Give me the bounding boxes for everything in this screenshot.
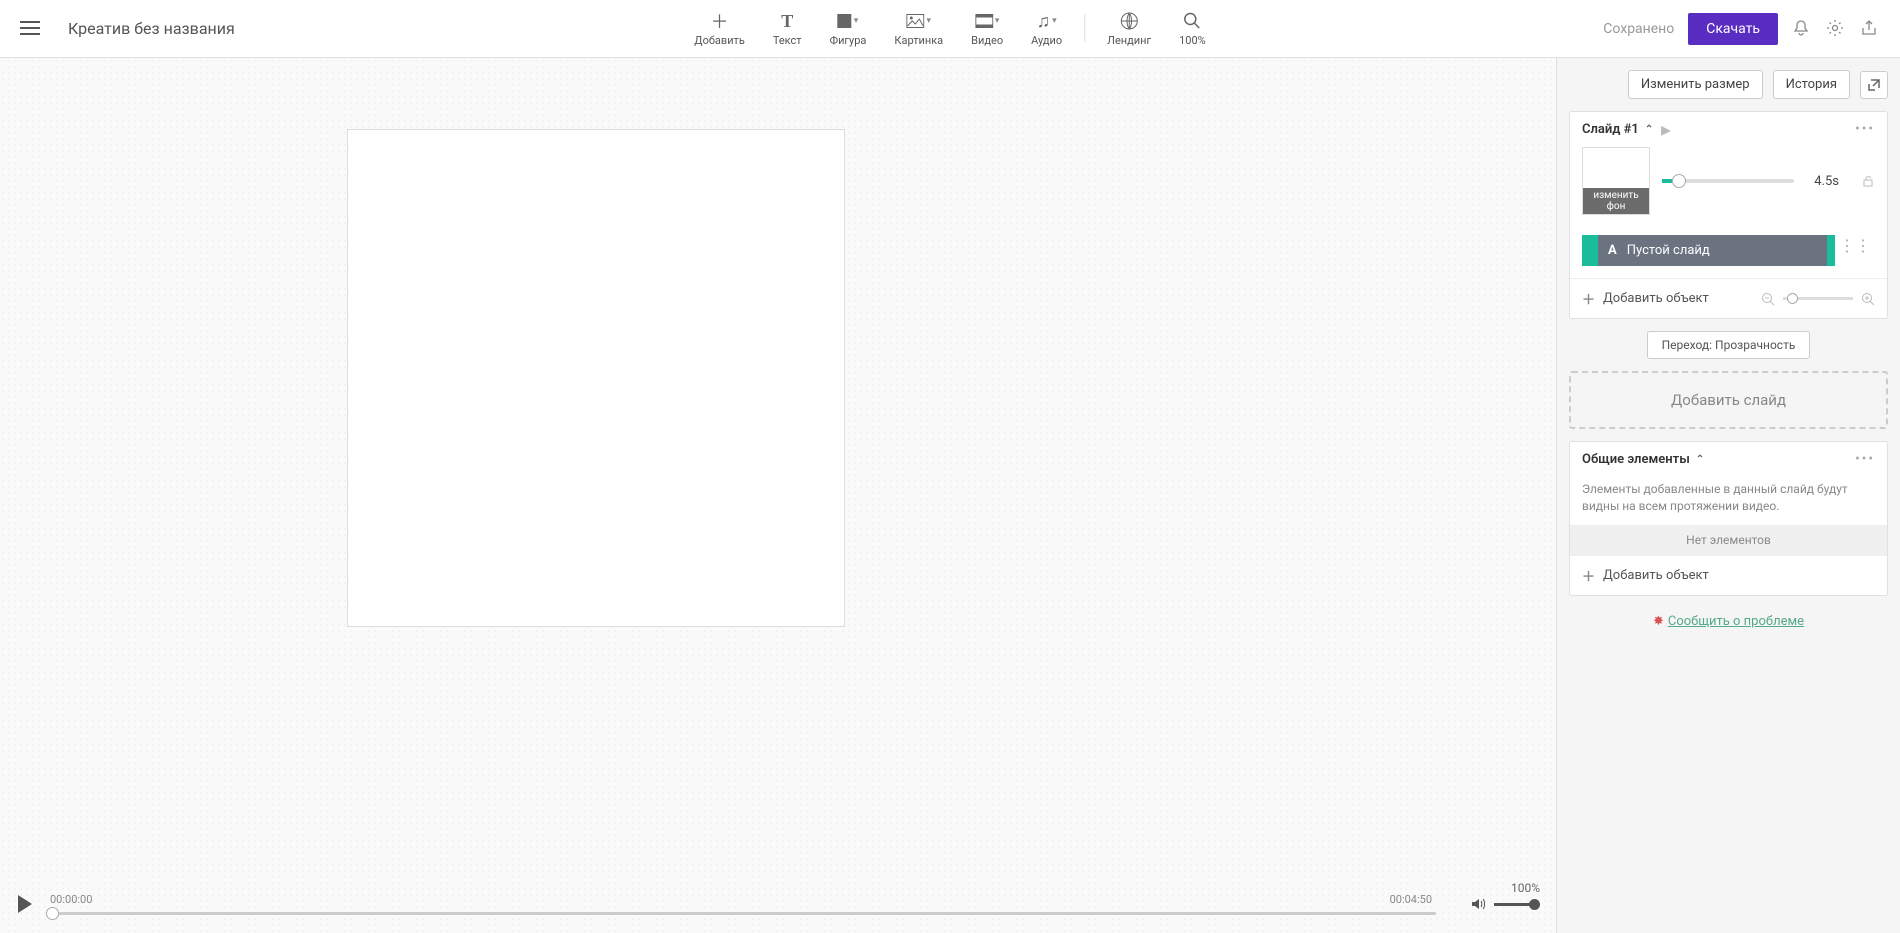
tool-video[interactable]: ▾ Видео — [957, 10, 1017, 47]
text-icon: T — [781, 10, 793, 32]
plus-icon: ＋ — [711, 10, 729, 32]
thumb-label[interactable]: изменить фон — [1583, 188, 1649, 214]
tool-zoom-label: 100% — [1179, 34, 1206, 47]
video-icon: ▾ — [975, 10, 1000, 32]
export-icon[interactable] — [1860, 19, 1880, 39]
shared-panel: Общие элементы ⌃ ••• Элементы добавленны… — [1569, 441, 1888, 596]
shared-more-icon[interactable]: ••• — [1855, 452, 1875, 467]
globe-icon — [1120, 10, 1138, 32]
search-icon — [1183, 10, 1201, 32]
tool-image-label: Картинка — [894, 34, 943, 47]
tool-audio-label: Аудио — [1031, 34, 1062, 47]
layer-row[interactable]: A Пустой слайд — [1582, 235, 1835, 266]
save-status: Сохранено — [1603, 21, 1674, 37]
time-track[interactable]: 00:00:00 00:04:50 — [46, 893, 1436, 915]
shape-icon: ▾ — [838, 10, 859, 32]
sidebar: Изменить размер История Слайд #1 ⌃ ▶ •••… — [1556, 58, 1900, 933]
time-start: 00:00:00 — [50, 893, 92, 906]
document-title[interactable]: Креатив без названия — [68, 19, 235, 38]
volume-control[interactable] — [1470, 896, 1536, 912]
shared-title: Общие элементы — [1582, 452, 1690, 467]
bug-icon: ✸ — [1653, 614, 1664, 629]
canvas-area[interactable]: 100% 00:00:00 00:04:50 — [0, 58, 1556, 933]
tool-shape-label: Фигура — [830, 34, 867, 47]
tool-video-label: Видео — [971, 34, 1003, 47]
tool-audio[interactable]: ♫▾ Аудио — [1017, 10, 1076, 47]
popout-button[interactable] — [1860, 71, 1888, 99]
sidebar-toolbar: Изменить размер История — [1569, 70, 1888, 99]
add-object-row[interactable]: ＋ Добавить объект — [1570, 278, 1887, 318]
duration-thumb[interactable] — [1672, 174, 1686, 188]
gear-icon[interactable] — [1826, 19, 1846, 39]
resize-button[interactable]: Изменить размер — [1628, 70, 1763, 99]
layer-zoom[interactable] — [1761, 292, 1875, 306]
tool-landing-label: Лендинг — [1107, 34, 1151, 47]
tool-add[interactable]: ＋ Добавить — [680, 10, 759, 47]
bell-icon[interactable] — [1792, 19, 1812, 39]
toolbar-separator — [1084, 14, 1085, 42]
shared-add-label: Добавить объект — [1603, 568, 1709, 583]
play-button[interactable] — [18, 895, 32, 913]
undo-icon[interactable] — [1569, 76, 1587, 94]
tool-add-label: Добавить — [694, 34, 745, 47]
shared-empty: Нет элементов — [1570, 525, 1887, 555]
zoom-in-icon[interactable] — [1861, 292, 1875, 306]
timeline: 00:00:00 00:04:50 — [18, 893, 1556, 915]
slide-canvas[interactable] — [348, 130, 844, 626]
tool-shape[interactable]: ▾ Фигура — [816, 10, 881, 47]
duration-slider[interactable] — [1662, 179, 1794, 183]
shared-description: Элементы добавленные в данный слайд буду… — [1570, 477, 1887, 525]
topbar: Креатив без названия ＋ Добавить T Текст … — [0, 0, 1900, 58]
plus-icon: ＋ — [1582, 566, 1595, 585]
slide-thumbnail[interactable]: изменить фон — [1582, 147, 1650, 215]
shared-panel-header[interactable]: Общие элементы ⌃ ••• — [1570, 442, 1887, 477]
report-link[interactable]: ✸ Сообщить о проблеме — [1569, 614, 1888, 629]
time-end: 00:04:50 — [1390, 893, 1432, 906]
layer-label: Пустой слайд — [1627, 243, 1710, 258]
speaker-icon[interactable] — [1470, 896, 1486, 912]
main: 100% 00:00:00 00:04:50 — [0, 58, 1900, 933]
history-button[interactable]: История — [1773, 70, 1850, 99]
tool-zoom[interactable]: 100% — [1165, 10, 1220, 47]
menu-button[interactable] — [20, 17, 44, 41]
report-label: Сообщить о проблеме — [1668, 614, 1804, 629]
image-icon: ▾ — [907, 10, 932, 32]
slide-more-icon[interactable]: ••• — [1855, 122, 1875, 137]
time-thumb[interactable] — [46, 907, 59, 920]
chevron-up-icon: ⌃ — [1645, 124, 1653, 135]
chevron-up-icon: ⌃ — [1696, 454, 1704, 465]
volume-thumb[interactable] — [1529, 899, 1540, 910]
tool-landing[interactable]: Лендинг — [1093, 10, 1165, 47]
shared-add-object[interactable]: ＋ Добавить объект — [1570, 555, 1887, 595]
transition-button[interactable]: Переход: Прозрачность — [1647, 331, 1811, 359]
text-layer-icon: A — [1608, 243, 1617, 258]
zoom-out-icon[interactable] — [1761, 292, 1775, 306]
audio-icon: ♫▾ — [1037, 10, 1057, 32]
header-right: Сохранено Скачать — [1603, 13, 1880, 45]
drag-handle-icon[interactable]: ⋮⋮ — [1835, 236, 1875, 255]
download-button[interactable]: Скачать — [1688, 13, 1778, 45]
slide-panel-header[interactable]: Слайд #1 ⌃ ▶ ••• — [1570, 112, 1887, 147]
add-slide-button[interactable]: Добавить слайд — [1569, 371, 1888, 429]
tool-image[interactable]: ▾ Картинка — [880, 10, 957, 47]
slide-title: Слайд #1 — [1582, 122, 1639, 137]
tool-text[interactable]: T Текст — [759, 10, 816, 47]
zoom-thumb[interactable] — [1787, 293, 1798, 304]
plus-icon: ＋ — [1582, 289, 1595, 308]
play-icon[interactable]: ▶ — [1661, 123, 1670, 137]
toolbar: ＋ Добавить T Текст ▾ Фигура ▾ Картинка ▾… — [680, 10, 1219, 47]
lock-icon[interactable] — [1861, 174, 1875, 188]
slide-panel: Слайд #1 ⌃ ▶ ••• изменить фон 4.5s — [1569, 111, 1888, 319]
add-object-label: Добавить объект — [1603, 291, 1709, 306]
duration-value: 4.5s — [1814, 174, 1839, 189]
tool-text-label: Текст — [773, 34, 802, 47]
